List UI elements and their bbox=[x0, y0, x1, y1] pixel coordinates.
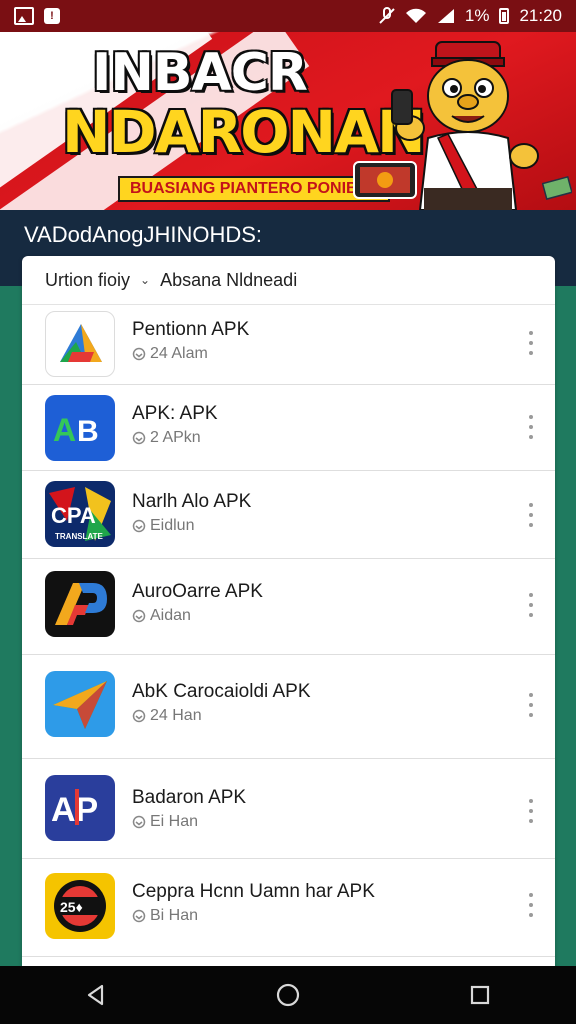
back-triangle-icon[interactable] bbox=[84, 983, 108, 1007]
ap-blue-icon: AP bbox=[45, 775, 115, 841]
app-name[interactable]: Ceppra Hcnn Uamn har APK bbox=[132, 881, 375, 903]
image-icon bbox=[14, 7, 34, 25]
app-meta: 24 Alam bbox=[132, 345, 208, 363]
home-nav-button[interactable] bbox=[268, 975, 308, 1015]
svg-text:CPA: CPA bbox=[51, 503, 96, 528]
paper-plane-icon bbox=[45, 671, 115, 737]
recents-square-icon[interactable] bbox=[469, 984, 491, 1006]
more-options-icon[interactable] bbox=[525, 693, 537, 717]
navigation-bar bbox=[0, 966, 576, 1024]
signal-icon bbox=[437, 9, 454, 23]
more-options-icon[interactable] bbox=[525, 799, 537, 823]
mascot-icon bbox=[391, 41, 539, 210]
filter-sort-label[interactable]: Absana Nldneadi bbox=[160, 270, 297, 291]
back-nav-button[interactable] bbox=[76, 975, 116, 1015]
app-meta-text: Aidan bbox=[150, 607, 191, 624]
more-options-icon[interactable] bbox=[525, 893, 537, 917]
svg-text:A: A bbox=[53, 412, 76, 448]
app-name[interactable]: APK: APK bbox=[132, 403, 218, 425]
battery-icon bbox=[499, 8, 510, 24]
home-circle-icon[interactable] bbox=[275, 982, 301, 1008]
app-list-card: Urtion fioiy ⌄ Absana Nldneadi Pentionn … bbox=[22, 256, 555, 968]
app-meta: 2 APkn bbox=[132, 429, 201, 447]
app-meta-text: 24 Han bbox=[150, 707, 202, 724]
app-meta-text: Ei Han bbox=[150, 813, 199, 830]
battery-text: 1% bbox=[464, 6, 490, 25]
ap-dark-icon bbox=[45, 571, 115, 637]
more-options-icon[interactable] bbox=[525, 415, 537, 439]
cpa-icon: CPA TRANSLATE bbox=[45, 481, 115, 547]
list-item[interactable]: AbK Carocaioldi APK 24 Han bbox=[22, 655, 555, 759]
app-meta: Bi Han bbox=[132, 907, 198, 925]
svg-text:AP: AP bbox=[51, 791, 98, 829]
download-count-icon bbox=[132, 519, 146, 533]
filter-category-label[interactable]: Urtion fioiy bbox=[45, 270, 130, 291]
banner-title-line2: NDARONAN bbox=[62, 98, 426, 166]
app-meta: Aidan bbox=[132, 607, 191, 625]
money-note-icon bbox=[542, 175, 572, 200]
more-options-icon[interactable] bbox=[525, 593, 537, 617]
list-item[interactable]: A B APK: APK 2 APkn bbox=[22, 385, 555, 471]
app-meta-text: Eidlun bbox=[150, 517, 195, 534]
more-options-icon[interactable] bbox=[525, 503, 537, 527]
download-count-icon bbox=[132, 609, 146, 623]
app-name[interactable]: Narlh Alo APK bbox=[132, 491, 251, 513]
list-item[interactable]: Pentionn APK 24 Alam bbox=[22, 305, 555, 385]
notification-icon: ! bbox=[44, 8, 60, 24]
app-name[interactable]: AbK Carocaioldi APK bbox=[132, 681, 311, 703]
svg-text:25♦: 25♦ bbox=[60, 899, 83, 915]
download-count-icon bbox=[132, 909, 146, 923]
app-meta: Ei Han bbox=[132, 813, 198, 831]
status-bar: ! 1% 21:20 bbox=[0, 0, 576, 32]
list-item[interactable]: AuroOarre APK Aidan bbox=[22, 559, 555, 655]
chevron-down-icon[interactable]: ⌄ bbox=[140, 273, 150, 287]
mute-icon bbox=[379, 7, 395, 24]
download-count-icon bbox=[132, 431, 146, 445]
promo-banner[interactable]: INBACR NDARONAN BUASIANG PIANTERO PONIBI… bbox=[0, 32, 576, 210]
list-item[interactable]: 25♦ Ceppra Hcnn Uamn har APK Bi Han bbox=[22, 859, 555, 957]
svg-text:TRANSLATE: TRANSLATE bbox=[55, 532, 104, 541]
wifi-icon bbox=[405, 8, 426, 23]
more-options-icon[interactable] bbox=[525, 331, 537, 355]
svg-text:B: B bbox=[77, 415, 99, 448]
list-item[interactable]: AP Badaron APK Ei Han bbox=[22, 759, 555, 859]
app-meta-text: Bi Han bbox=[150, 907, 199, 924]
section-title: VADodAnogJHINOHDS: bbox=[24, 222, 263, 247]
app-name[interactable]: Pentionn APK bbox=[132, 319, 249, 341]
status-right: 1% 21:20 bbox=[379, 6, 562, 26]
clock: 21:20 bbox=[519, 6, 562, 25]
app-name[interactable]: AuroOarre APK bbox=[132, 581, 263, 603]
app-meta-text: 24 Alam bbox=[150, 345, 208, 362]
app-meta: 24 Han bbox=[132, 707, 202, 725]
download-count-icon bbox=[132, 347, 146, 361]
back-arrow-icon[interactable] bbox=[24, 52, 58, 86]
badge-icon: 25♦ bbox=[45, 873, 115, 939]
status-left: ! bbox=[14, 7, 60, 25]
recents-nav-button[interactable] bbox=[460, 975, 500, 1015]
ab-icon: A B bbox=[45, 395, 115, 461]
app-meta-text: 2 APkn bbox=[150, 429, 201, 446]
triangle-a-icon bbox=[45, 311, 115, 377]
filter-bar[interactable]: Urtion fioiy ⌄ Absana Nldneadi bbox=[22, 256, 555, 305]
app-name[interactable]: Badaron APK bbox=[132, 787, 246, 809]
download-count-icon bbox=[132, 815, 146, 829]
list-item[interactable]: CPA TRANSLATE Narlh Alo APK Eidlun bbox=[22, 471, 555, 559]
app-meta: Eidlun bbox=[132, 517, 194, 535]
banner-title-line1: INBACR bbox=[92, 43, 308, 103]
download-count-icon bbox=[132, 709, 146, 723]
